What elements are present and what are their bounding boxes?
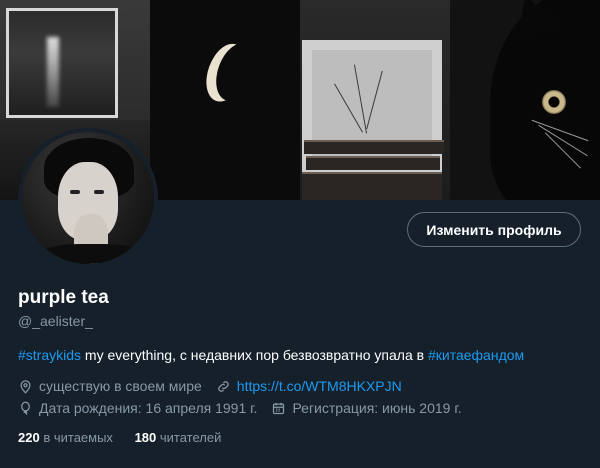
profile-meta-row: существую в своем мире https://t.co/WTM8…: [18, 378, 416, 394]
cat-eye: [542, 90, 566, 114]
map-pin-icon: [20, 379, 31, 394]
followers-link[interactable]: 180 читателей: [135, 430, 222, 445]
location-item: существую в своем мире: [18, 378, 202, 394]
calendar-icon: [273, 402, 285, 414]
following-label: в читаемых: [43, 430, 113, 445]
follow-stats: 220 в читаемых 180 читателей: [18, 430, 239, 445]
banner-panel-cat: [450, 0, 600, 200]
profile-meta-row: Дата рождения: 16 апреля 1991 г. Регистр…: [18, 400, 476, 416]
hashtag-link[interactable]: #китаефандом: [428, 347, 524, 363]
bio-text: my everything, с недавних пор безвозврат…: [81, 347, 428, 363]
following-link[interactable]: 220 в читаемых: [18, 430, 113, 445]
edit-profile-button[interactable]: Изменить профиль: [407, 212, 581, 247]
profile-bio: #straykids my everything, с недавних пор…: [18, 347, 524, 363]
following-count: 220: [18, 430, 40, 445]
user-handle: @_aelister_: [18, 313, 93, 329]
banner-panel-moon: [150, 0, 300, 200]
hashtag-link[interactable]: #straykids: [18, 347, 81, 363]
joined-text: Регистрация: июнь 2019 г.: [292, 400, 462, 416]
crescent-moon: [209, 38, 263, 107]
banner-panel-books: [300, 0, 450, 200]
birthday-item: Дата рождения: 16 апреля 1991 г.: [18, 400, 257, 416]
painting-frame: [6, 8, 118, 118]
display-name: purple tea: [18, 287, 109, 308]
location-text: существую в своем мире: [39, 378, 202, 394]
followers-count: 180: [134, 430, 157, 445]
followers-label: читателей: [159, 430, 222, 445]
website-link[interactable]: https://t.co/WTM8HKXPJN: [237, 378, 402, 394]
joined-item: Регистрация: июнь 2019 г.: [271, 400, 462, 416]
profile-avatar[interactable]: [18, 128, 158, 268]
balloon-icon: [21, 401, 30, 415]
birthday-text: Дата рождения: 16 апреля 1991 г.: [39, 400, 258, 416]
link-icon: [218, 380, 229, 392]
website-item[interactable]: https://t.co/WTM8HKXPJN: [216, 378, 402, 394]
